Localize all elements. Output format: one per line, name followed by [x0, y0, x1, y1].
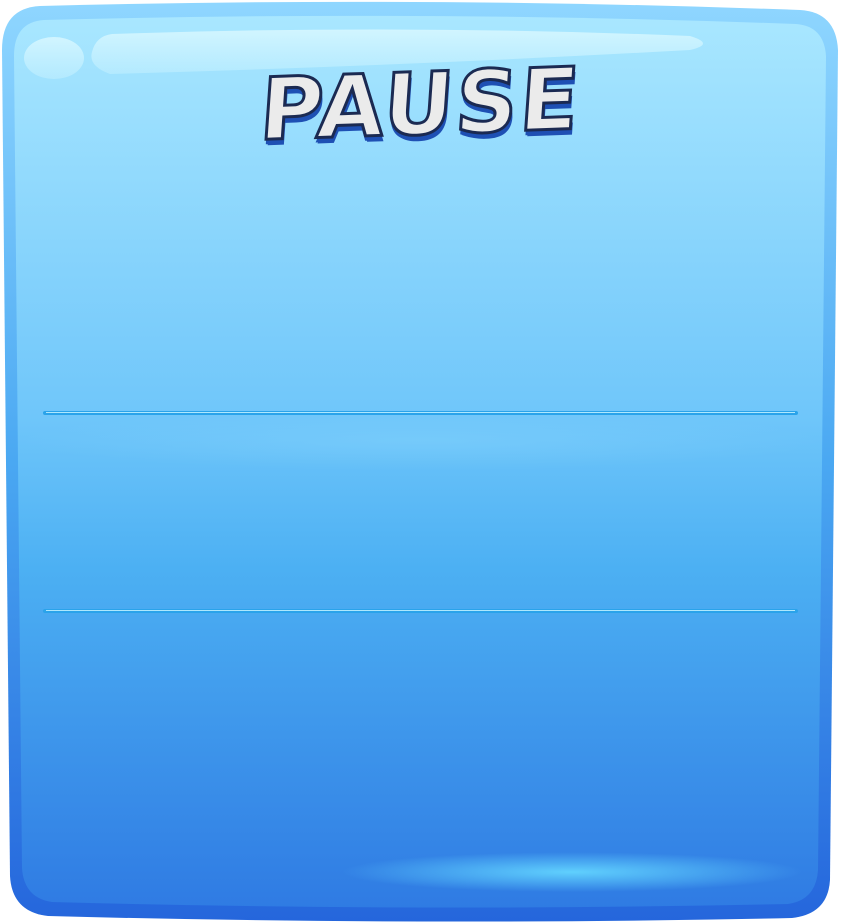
pause-screen: PAUSE [0, 0, 841, 923]
divider-bottom [43, 609, 798, 613]
divider-top [43, 411, 798, 415]
